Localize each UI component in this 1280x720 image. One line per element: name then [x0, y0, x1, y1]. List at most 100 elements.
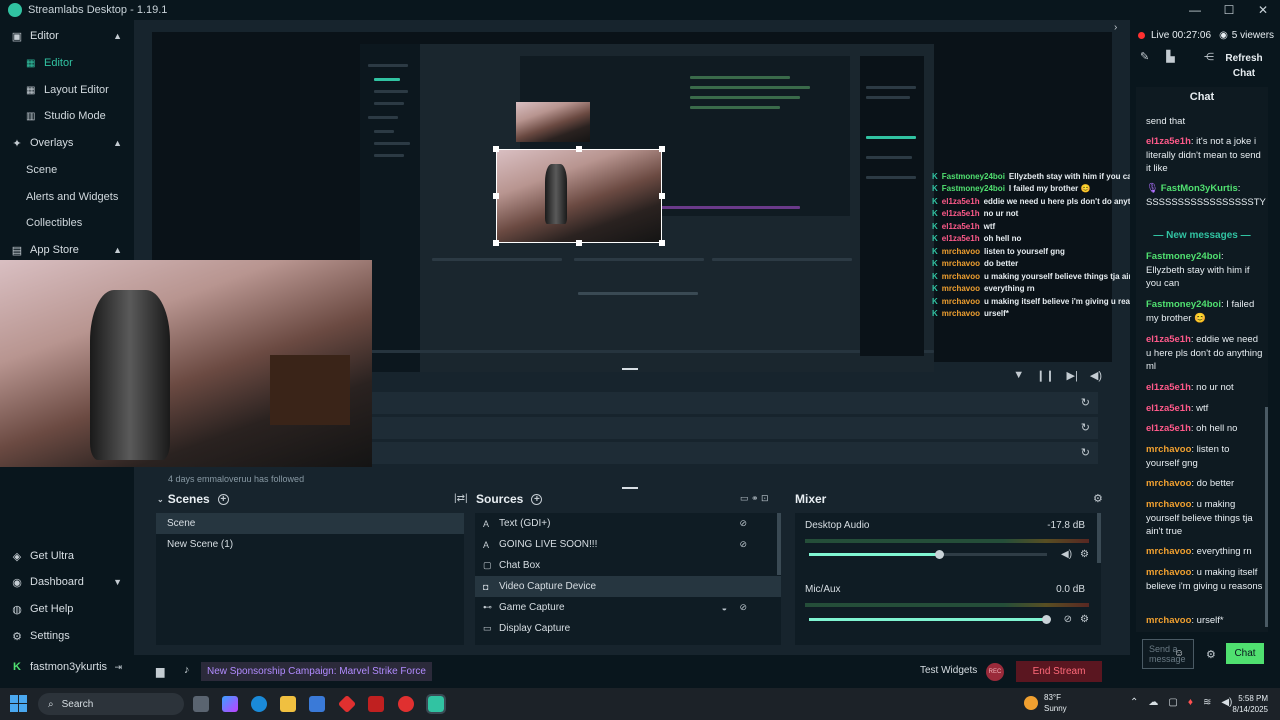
add-scene-button[interactable]: + — [217, 493, 229, 505]
volume-slider[interactable] — [809, 615, 1051, 624]
maximize-button[interactable]: ☐ — [1212, 0, 1246, 20]
add-source-button[interactable]: + — [531, 493, 543, 505]
replay-icon[interactable]: ↻ — [1081, 421, 1090, 434]
mixer-settings-icon[interactable]: ⚙ — [1093, 492, 1103, 505]
speaker-icon[interactable]: ◀) — [1061, 549, 1072, 560]
edit-icon[interactable]: ✎ — [1140, 51, 1149, 63]
scene-item[interactable]: New Scene (1) — [156, 534, 464, 555]
chat-scrollbar[interactable] — [1265, 407, 1268, 627]
wifi-icon[interactable]: ≋ — [1203, 697, 1211, 708]
volume-slider[interactable] — [809, 550, 1047, 559]
resize-handle[interactable] — [493, 240, 499, 246]
scene-item[interactable]: Scene — [156, 513, 464, 534]
chevron-right-icon[interactable]: › — [1114, 22, 1117, 33]
resize-handle[interactable] — [659, 146, 665, 152]
panel-resize-handle[interactable] — [622, 487, 638, 489]
emote-icon[interactable]: ☺ — [1174, 648, 1184, 659]
mixer-scrollbar[interactable] — [1097, 513, 1101, 563]
streamlabs-taskbar-icon[interactable] — [426, 694, 446, 714]
windows-start-icon[interactable] — [10, 695, 27, 712]
resize-handle[interactable] — [659, 240, 665, 246]
source-item[interactable]: ⊷ Game Capture ◒ ⊘ — [475, 597, 781, 618]
store-icon[interactable] — [309, 696, 325, 712]
nav-sub-studio-mode[interactable]: ▥ Studio Mode — [26, 104, 106, 128]
chevron-down-icon: ▼ — [113, 577, 122, 587]
popout-icon[interactable]: ▙ — [1166, 51, 1174, 63]
close-button[interactable]: ✕ — [1246, 0, 1280, 20]
gear-icon: ⚙ — [12, 630, 22, 643]
gear-icon[interactable]: ⚙ — [1080, 549, 1089, 560]
nav-get-help[interactable]: ◍ Get Help — [0, 597, 134, 621]
source-item[interactable]: A GOING LIVE SOON!!! ⊘ — [475, 534, 781, 555]
visibility-off-icon[interactable]: ⊘ — [739, 602, 747, 613]
source-item[interactable]: A Text (GDI+) ⊘ — [475, 513, 781, 534]
refresh-chat-button[interactable]: Refresh Chat — [1218, 51, 1270, 81]
nav-sub-collectibles[interactable]: Collectibles — [26, 211, 82, 235]
resize-handle[interactable] — [576, 146, 582, 152]
streamlabs-logo-icon — [8, 3, 22, 17]
chat-tray-icon[interactable]: ▢ — [1168, 697, 1177, 708]
nav-sub-scene[interactable]: Scene — [26, 158, 57, 182]
weather-widget[interactable]: 83°F Sunny — [1024, 692, 1067, 714]
copilot-icon[interactable] — [222, 696, 238, 712]
taskbar-search[interactable]: ⌕ Search — [38, 693, 184, 715]
resize-handle[interactable] — [493, 193, 499, 199]
app-icon[interactable] — [398, 696, 414, 712]
overlay-chat-line: Kel1za5e1h no ur not — [932, 209, 1019, 219]
file-explorer-icon[interactable] — [280, 696, 296, 712]
cloud-icon[interactable]: ☁ — [1148, 697, 1158, 708]
source-item[interactable]: ▭ Display Capture — [475, 618, 781, 639]
replay-icon[interactable]: ↻ — [1081, 396, 1090, 409]
edge-browser-icon[interactable] — [251, 696, 267, 712]
sponsorship-banner[interactable]: New Sponsorship Campaign: Marvel Strike … — [201, 662, 432, 681]
end-stream-button[interactable]: End Stream — [1016, 661, 1102, 682]
nav-overlays[interactable]: ✦ Overlays ▲ — [0, 131, 134, 155]
send-chat-button[interactable]: Chat — [1226, 643, 1264, 664]
nav-app-store[interactable]: ▤ App Store ▲ — [0, 238, 134, 262]
nav-settings[interactable]: ⚙ Settings — [0, 624, 134, 648]
notification-bell-icon[interactable]: ♪ — [184, 664, 190, 676]
task-view-icon[interactable] — [193, 696, 209, 712]
nav-user[interactable]: K fastmon3ykurtis ⇥ — [0, 655, 134, 679]
filter-icon[interactable]: ▼ — [1013, 369, 1024, 382]
source-item[interactable]: ▢ Chat Box — [475, 555, 781, 576]
chevron-up-icon[interactable]: ⌃ — [1130, 697, 1138, 708]
replay-icon[interactable]: ↻ — [1081, 446, 1090, 459]
visibility-off-icon[interactable]: ⊘ — [739, 539, 747, 550]
nav-dashboard[interactable]: ◉ Dashboard ▼ — [0, 570, 134, 594]
sources-scrollbar[interactable] — [777, 513, 781, 575]
nav-get-ultra[interactable]: ◈ Get Ultra — [0, 544, 134, 568]
nav-editor[interactable]: ▣ Editor ▲ — [0, 24, 134, 48]
minimize-button[interactable]: — — [1178, 0, 1212, 20]
source-item[interactable]: ◘ Video Capture Device — [475, 576, 781, 597]
source-tools-icon[interactable]: ▭ ⚭ ⊡ — [740, 493, 769, 504]
new-messages-divider: — New messages — — [1153, 230, 1251, 241]
test-widgets-button[interactable]: Test Widgets — [920, 665, 977, 676]
resize-handle[interactable] — [659, 193, 665, 199]
record-button[interactable]: REC — [986, 663, 1004, 681]
logout-icon[interactable]: ⇥ — [114, 662, 122, 673]
collapse-icon[interactable]: ⌄ — [157, 495, 164, 504]
resize-handle[interactable] — [576, 240, 582, 246]
gear-icon[interactable]: ⚙ — [1080, 614, 1089, 625]
skip-icon[interactable]: ▶| — [1067, 369, 1078, 382]
stats-icon[interactable]: ▆ — [156, 665, 164, 678]
lock-icon[interactable]: ◒ — [722, 603, 727, 613]
editor-sub-icon: ▦ — [26, 57, 36, 69]
mic-muted-icon[interactable]: ⊘ — [1064, 614, 1072, 625]
nav-sub-layout-editor[interactable]: ▦ Layout Editor — [26, 78, 109, 102]
scene-transition-icon[interactable]: |⇄| — [454, 493, 468, 504]
resize-handle[interactable] — [493, 146, 499, 152]
volume-icon[interactable]: ◀) — [1090, 369, 1102, 382]
visibility-off-icon[interactable]: ⊘ — [739, 518, 747, 529]
pause-icon[interactable]: ❙❙ — [1036, 369, 1054, 382]
chat-input[interactable]: Send a message — [1142, 639, 1194, 669]
mic-icon[interactable]: ♦ — [1188, 697, 1193, 708]
app-icon[interactable] — [337, 694, 357, 714]
mcafee-icon[interactable] — [368, 696, 384, 712]
chat-settings-icon[interactable]: ⚙ — [1206, 648, 1216, 661]
clock[interactable]: 5:58 PM 8/14/2025 — [1228, 693, 1268, 715]
nav-sub-alerts-widgets[interactable]: Alerts and Widgets — [26, 185, 118, 209]
chat-message: el1za5e1h: wtf — [1146, 403, 1209, 414]
nav-sub-editor[interactable]: ▦ Editor — [26, 51, 73, 75]
